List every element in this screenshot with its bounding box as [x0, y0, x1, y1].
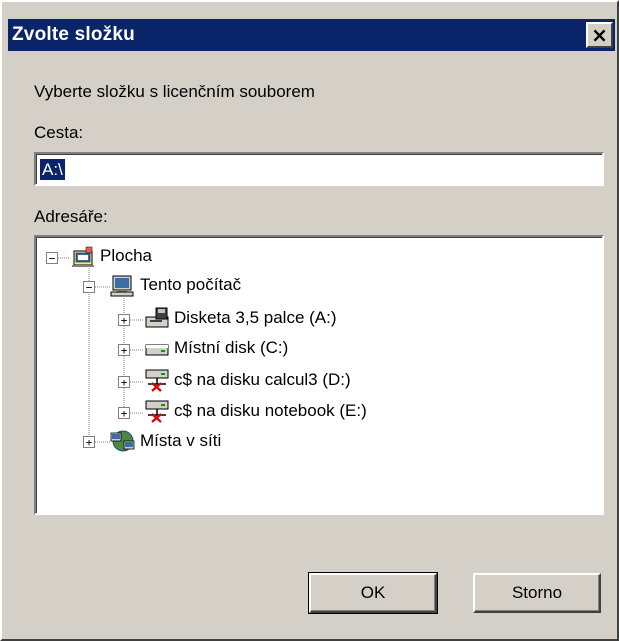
directories-label: Adresáře: — [34, 207, 108, 226]
cancel-button[interactable]: Storno — [473, 573, 601, 613]
window-title: Zvolte složku — [12, 24, 135, 45]
desktop-icon — [72, 246, 94, 267]
tree-item-mistni-disk[interactable]: Místní disk (C:) — [174, 338, 288, 358]
tree-item-calcul3[interactable]: c$ na disku calcul3 (D:) — [174, 370, 351, 390]
path-value: A:\ — [40, 159, 65, 180]
hard-disk-icon — [145, 344, 169, 356]
path-input[interactable]: A:\ — [34, 152, 604, 186]
tree-expander-expand[interactable]: + — [118, 407, 130, 419]
disconnected-network-drive-icon — [145, 400, 169, 423]
instruction-text: Vyberte složku s licenčním souborem — [34, 82, 315, 101]
close-icon: × — [591, 23, 608, 47]
folder-picker-dialog: Zvolte složku × Vyberte složku s licenčn… — [0, 0, 619, 641]
tree-expander-expand[interactable]: + — [83, 436, 95, 448]
tree-expander-expand[interactable]: + — [118, 314, 130, 326]
tree-item-plocha[interactable]: Plocha — [100, 246, 152, 266]
my-computer-icon — [110, 275, 134, 297]
tree-expander-expand[interactable]: + — [118, 344, 130, 356]
tree-item-tento-pocitac[interactable]: Tento počítač — [140, 275, 241, 295]
ok-button[interactable]: OK — [308, 572, 438, 614]
network-places-icon — [110, 430, 135, 452]
floppy-drive-icon — [145, 307, 169, 328]
tree-expander-collapse[interactable]: − — [46, 252, 58, 264]
tree-item-disketa[interactable]: Disketa 3,5 palce (A:) — [174, 308, 337, 328]
title-bar[interactable]: Zvolte složku × — [8, 19, 615, 51]
disconnected-network-drive-icon — [145, 369, 169, 392]
tree-item-mista-v-siti[interactable]: Místa v síti — [140, 431, 221, 451]
tree-expander-expand[interactable]: + — [118, 376, 130, 388]
directory-tree[interactable]: − Plocha − Tento počítač + Disketa 3,5 p… — [34, 235, 604, 515]
path-label: Cesta: — [34, 123, 84, 142]
tree-expander-collapse[interactable]: − — [83, 281, 95, 293]
close-button[interactable]: × — [586, 22, 613, 48]
tree-item-notebook[interactable]: c$ na disku notebook (E:) — [174, 401, 367, 421]
